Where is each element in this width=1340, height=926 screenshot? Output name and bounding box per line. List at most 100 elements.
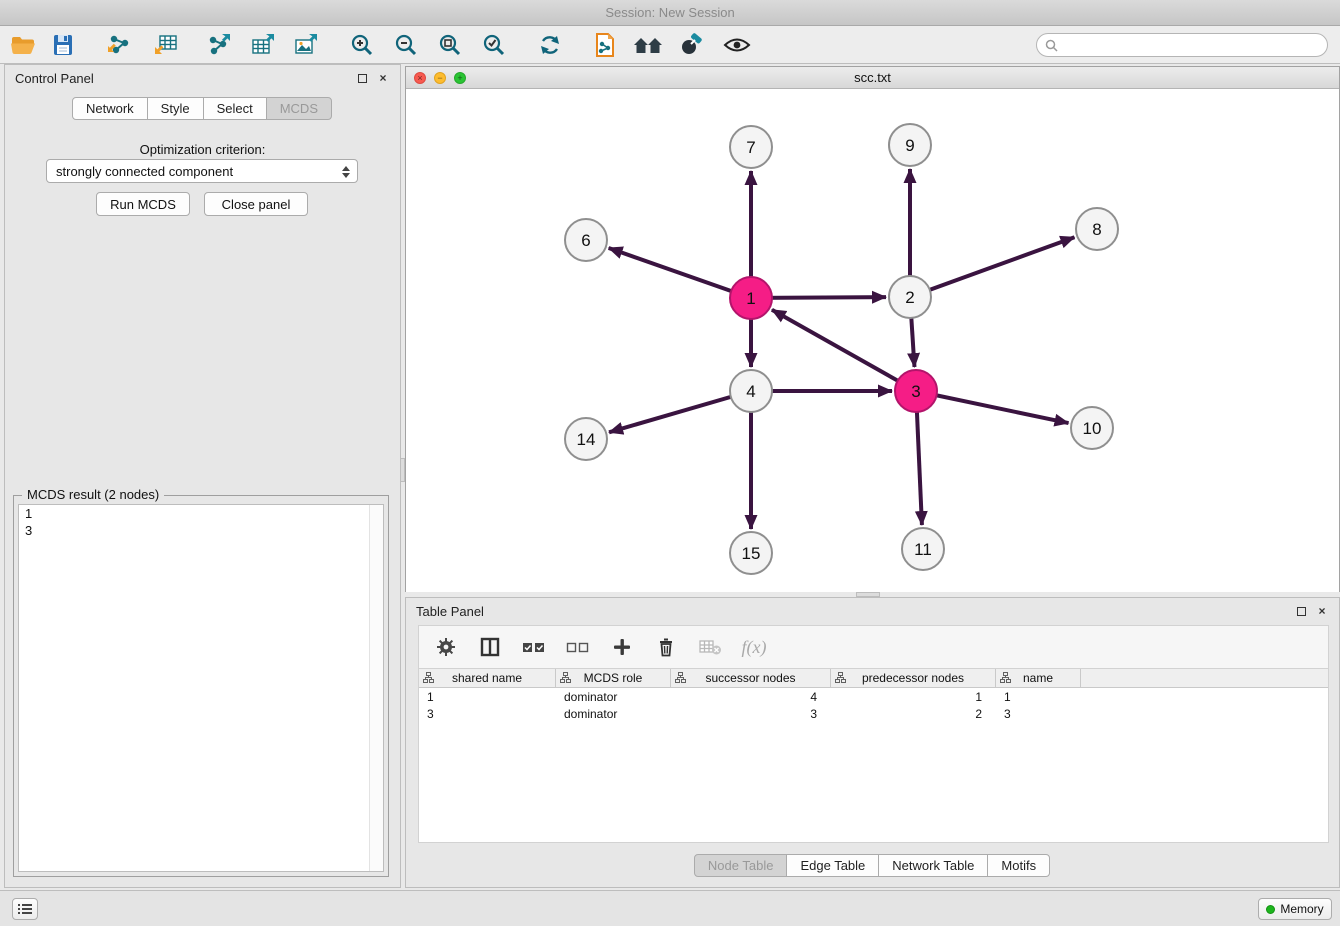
cell-MCDS-role[interactable]: dominator (556, 690, 671, 704)
column-type-icon (1000, 672, 1011, 683)
network-document-icon[interactable] (588, 31, 622, 59)
column-header-shared-name[interactable]: shared name (419, 669, 556, 687)
edge-3-10[interactable] (916, 391, 1069, 423)
control-panel-tabs: NetworkStyleSelectMCDS (5, 97, 400, 120)
eye-icon[interactable] (720, 31, 754, 59)
table-row-3[interactable]: 3dominator323 (419, 705, 1328, 722)
node-table-body: 1dominator4113dominator323 (419, 688, 1328, 722)
column-header-predecessor-nodes[interactable]: predecessor nodes (831, 669, 996, 687)
network-canvas[interactable]: 7968124314101511 (406, 89, 1339, 592)
node-label-6: 6 (581, 231, 590, 250)
open-session-icon[interactable] (6, 31, 40, 59)
delete-column-icon[interactable] (651, 633, 681, 661)
zoom-out-icon[interactable] (389, 31, 423, 59)
node-label-1: 1 (746, 289, 755, 308)
criterion-dropdown-value: strongly connected component (56, 164, 233, 179)
zoom-in-icon[interactable] (345, 31, 379, 59)
search-input-container (1036, 33, 1328, 57)
cell-MCDS-role[interactable]: dominator (556, 707, 671, 721)
network-window-title: scc.txt (854, 70, 891, 85)
cell-shared-name[interactable]: 3 (419, 707, 556, 721)
edge-4-14[interactable] (609, 391, 751, 432)
control-panel-header: Control Panel × (5, 65, 400, 91)
close-panel-icon[interactable]: × (376, 71, 390, 85)
table-mode-gear-icon[interactable] (431, 633, 461, 661)
create-column-icon[interactable] (607, 633, 637, 661)
zoom-window-icon[interactable]: + (454, 72, 466, 84)
close-table-panel-icon[interactable]: × (1315, 604, 1329, 618)
export-image-icon[interactable] (289, 31, 323, 59)
delete-table-icon (695, 633, 725, 661)
float-panel-icon[interactable] (355, 71, 369, 85)
control-panel: Control Panel × NetworkStyleSelectMCDS O… (4, 64, 401, 888)
houses-icon[interactable] (631, 31, 665, 59)
edge-1-6[interactable] (609, 248, 751, 298)
minimize-window-icon[interactable]: − (434, 72, 446, 84)
cell-predecessor-nodes[interactable]: 1 (831, 690, 996, 704)
show-panels-button[interactable] (12, 898, 38, 920)
tab-network[interactable]: Network (72, 97, 148, 120)
run-mcds-button[interactable]: Run MCDS (96, 192, 190, 216)
float-table-panel-icon[interactable] (1294, 604, 1308, 618)
node-label-15: 15 (742, 544, 761, 563)
result-list-scrollbar[interactable] (369, 505, 383, 871)
tab-node-table[interactable]: Node Table (694, 854, 788, 877)
node-label-11: 11 (914, 540, 932, 559)
node-label-10: 10 (1083, 419, 1102, 438)
edge-2-8[interactable] (910, 237, 1074, 297)
edge-3-1[interactable] (772, 310, 916, 391)
cell-predecessor-nodes[interactable]: 2 (831, 707, 996, 721)
tab-mcds[interactable]: MCDS (266, 97, 332, 120)
export-table-icon[interactable] (246, 31, 280, 59)
mcds-result-list[interactable]: 13 (18, 504, 384, 872)
column-type-icon (560, 672, 571, 683)
cell-shared-name[interactable]: 1 (419, 690, 556, 704)
cell-name[interactable]: 3 (996, 707, 1081, 721)
search-input[interactable] (1062, 38, 1327, 52)
import-network-from-file-icon[interactable] (102, 31, 136, 59)
mcds-result-groupbox: MCDS result (2 nodes) 13 (13, 495, 389, 877)
node-label-7: 7 (746, 138, 755, 157)
node-label-2: 2 (905, 288, 914, 307)
merge-icon[interactable] (675, 31, 709, 59)
column-header-MCDS-role[interactable]: MCDS role (556, 669, 671, 687)
close-window-icon[interactable]: × (414, 72, 426, 84)
apply-layout-icon[interactable] (533, 31, 567, 59)
save-session-icon[interactable] (46, 31, 80, 59)
deselect-all-columns-icon[interactable] (563, 633, 593, 661)
zoom-selected-icon[interactable] (477, 31, 511, 59)
zoom-fit-icon[interactable] (433, 31, 467, 59)
tab-select[interactable]: Select (203, 97, 267, 120)
tab-style[interactable]: Style (147, 97, 204, 120)
tab-network-table[interactable]: Network Table (878, 854, 988, 877)
column-type-icon (835, 672, 846, 683)
node-label-9: 9 (905, 136, 914, 155)
select-all-columns-icon[interactable] (519, 633, 549, 661)
close-panel-button[interactable]: Close panel (204, 192, 308, 216)
show-columns-icon[interactable] (475, 633, 505, 661)
table-panel-tabs: Node TableEdge TableNetwork TableMotifs (406, 854, 1339, 877)
result-item-1[interactable]: 1 (19, 505, 383, 522)
memory-button[interactable]: Memory (1258, 898, 1332, 920)
function-builder-icon: f(x) (739, 633, 769, 661)
tab-edge-table[interactable]: Edge Table (786, 854, 879, 877)
export-network-icon[interactable] (202, 31, 236, 59)
criterion-dropdown[interactable]: strongly connected component (46, 159, 358, 183)
column-header-successor-nodes[interactable]: successor nodes (671, 669, 831, 687)
tab-motifs[interactable]: Motifs (987, 854, 1050, 877)
table-row-1[interactable]: 1dominator411 (419, 688, 1328, 705)
vertical-splitter-handle[interactable] (400, 458, 405, 482)
cell-successor-nodes[interactable]: 4 (671, 690, 831, 704)
node-label-4: 4 (746, 382, 755, 401)
node-label-14: 14 (577, 430, 596, 449)
status-bar: Memory (0, 890, 1340, 926)
memory-status-icon (1266, 905, 1275, 914)
result-item-3[interactable]: 3 (19, 522, 383, 539)
search-icon (1045, 39, 1058, 52)
cell-name[interactable]: 1 (996, 690, 1081, 704)
column-type-icon (423, 672, 434, 683)
import-table-from-file-icon[interactable] (149, 31, 183, 59)
cell-successor-nodes[interactable]: 3 (671, 707, 831, 721)
column-header-name[interactable]: name (996, 669, 1081, 687)
memory-label: Memory (1280, 902, 1323, 916)
